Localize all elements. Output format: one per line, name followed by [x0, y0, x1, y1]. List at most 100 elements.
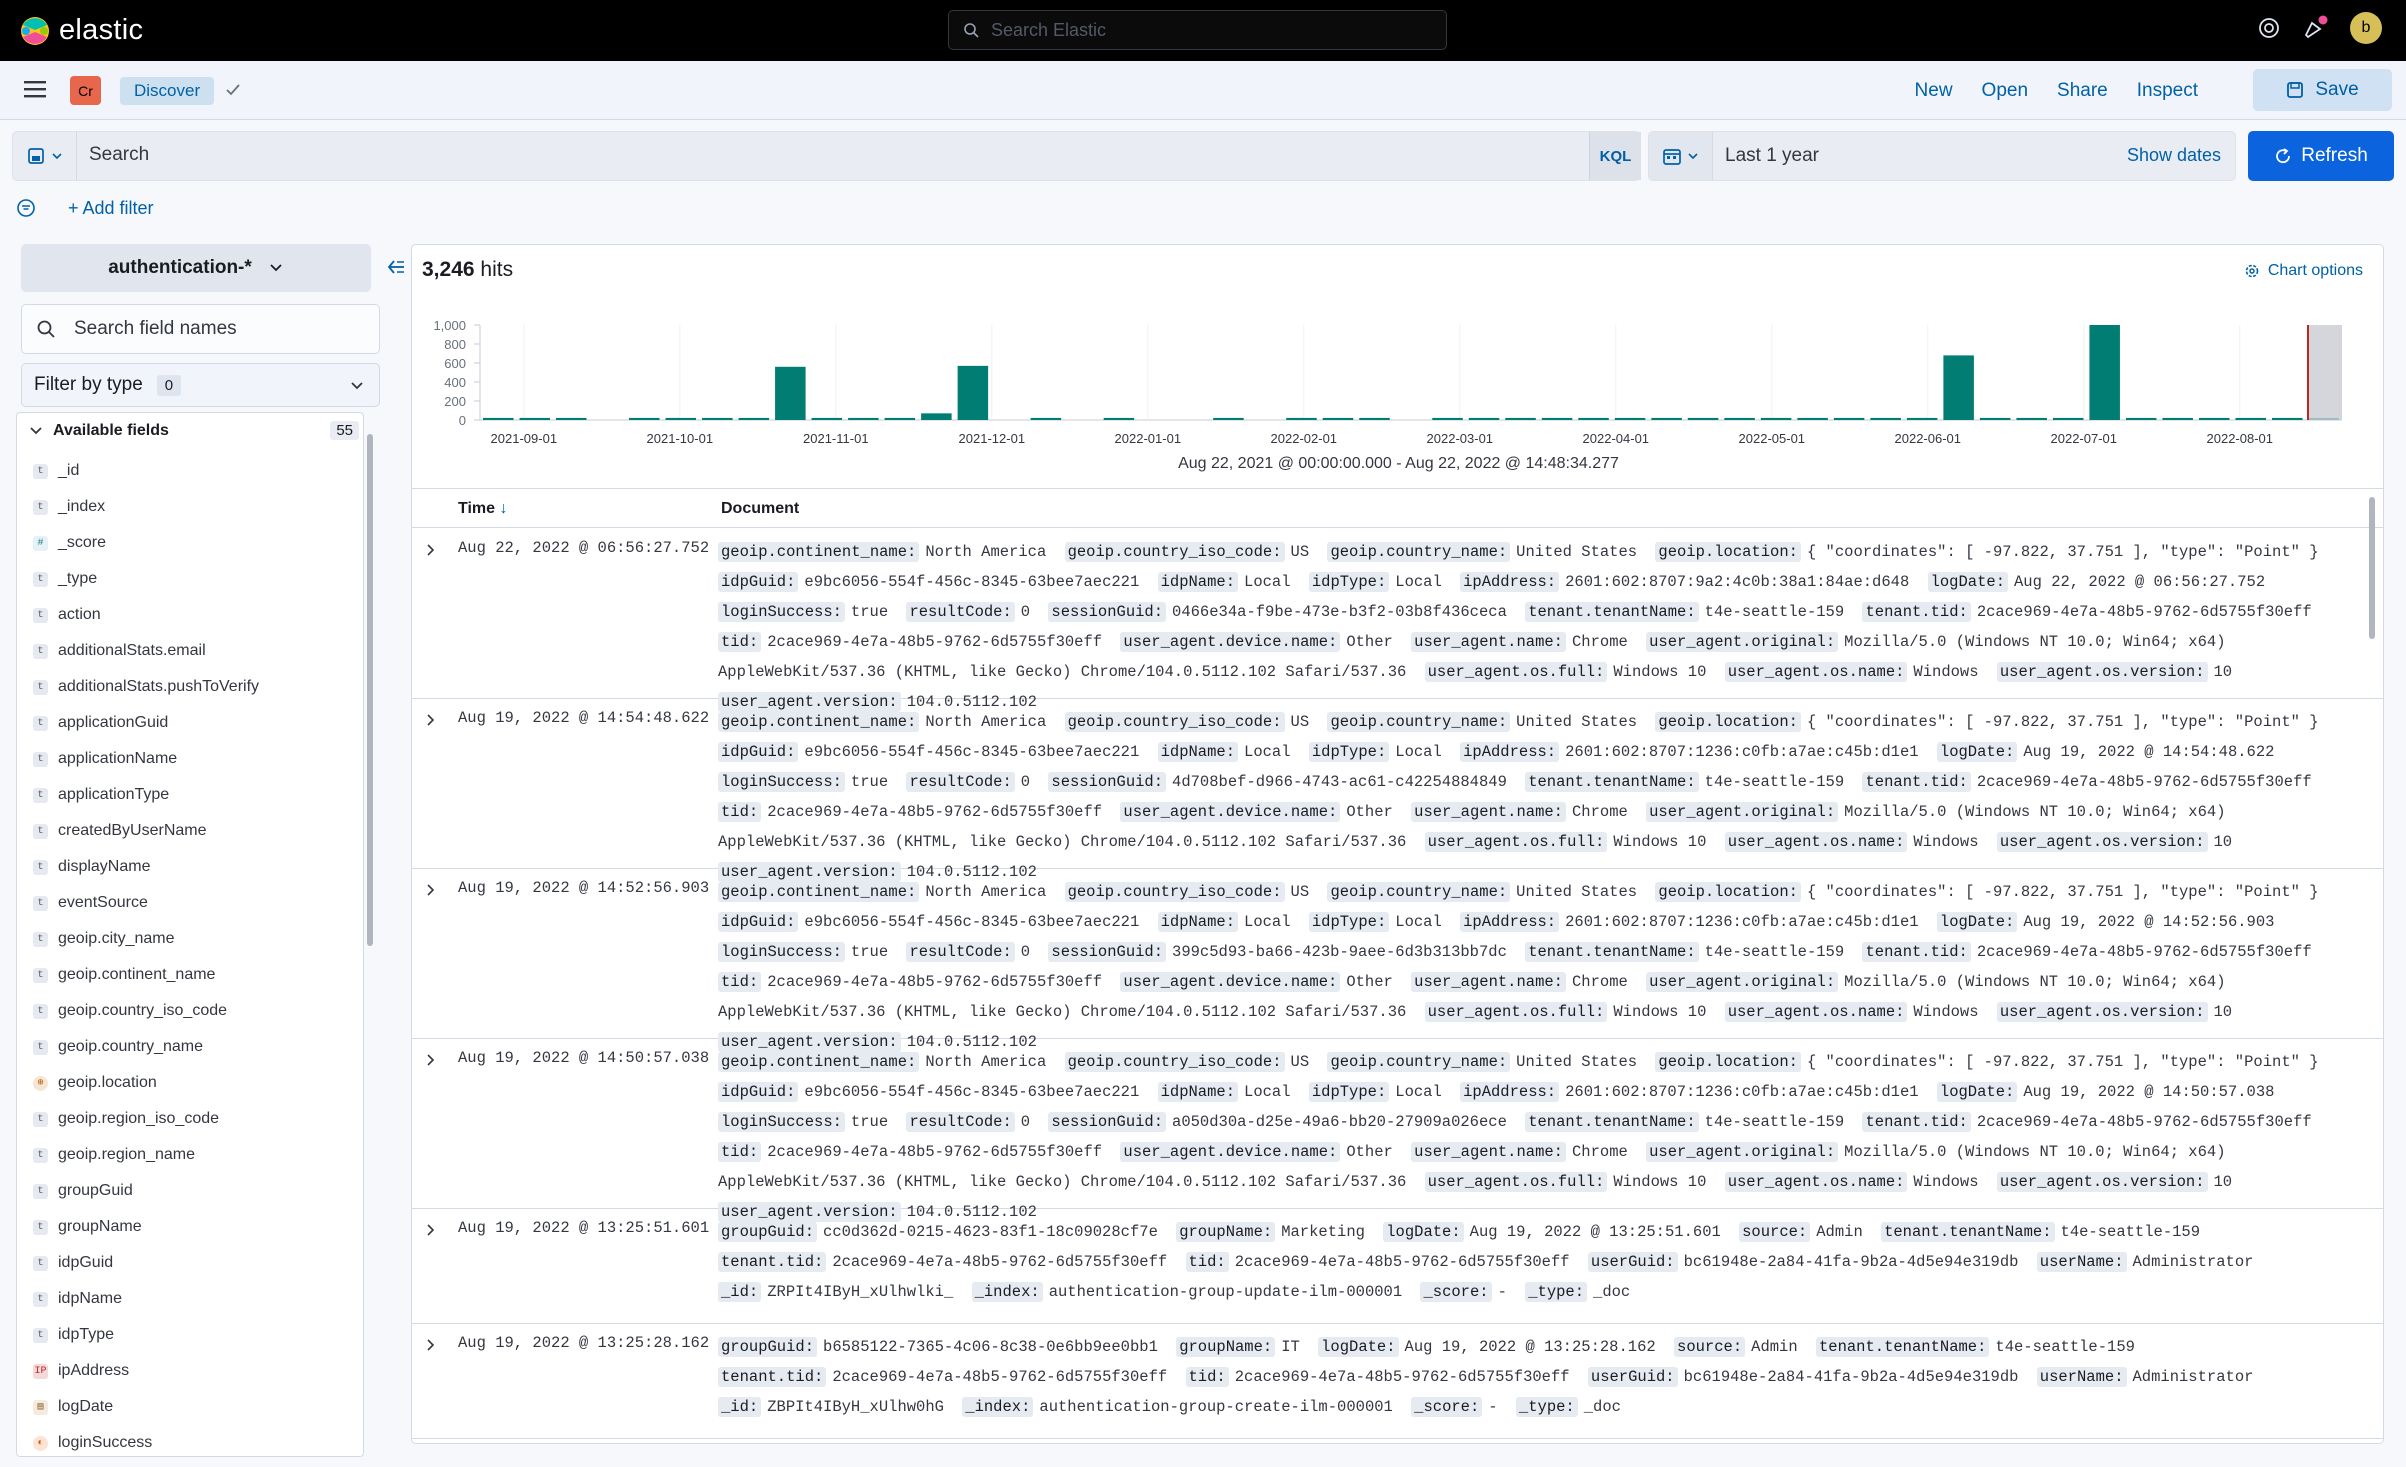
table-row[interactable]: Aug 19, 2022 @ 14:50:57.038 geoip.contine… [412, 1039, 2383, 1222]
doc-field-key: idpGuid: [718, 572, 799, 592]
space-avatar[interactable]: Cr [70, 76, 101, 105]
field-item-geoip.region_iso_code[interactable]: t geoip.region_iso_code [33, 1105, 219, 1133]
doc-field-value: Windows [1913, 1173, 1979, 1191]
field-item-applicationName[interactable]: t applicationName [33, 745, 177, 773]
open-link[interactable]: Open [1982, 80, 2028, 102]
doc-field-key: user_agent.os.full: [1424, 832, 1608, 852]
field-item-applicationType[interactable]: t applicationType [33, 781, 169, 809]
field-item-geoip.region_name[interactable]: t geoip.region_name [33, 1141, 195, 1169]
inspect-link[interactable]: Inspect [2137, 80, 2198, 102]
add-filter-button[interactable]: + Add filter [68, 198, 154, 219]
x-tick-label: 2022-02-01 [1271, 431, 1338, 446]
filter-options-icon[interactable] [16, 198, 36, 218]
field-item-displayName[interactable]: t displayName [33, 853, 150, 881]
user-avatar[interactable]: b [2350, 12, 2382, 44]
doc-field-value: Marketing [1281, 1223, 1365, 1241]
refresh-button[interactable]: Refresh [2248, 131, 2394, 181]
table-row[interactable]: Aug 19, 2022 @ 13:25:28.162 groupGuid: b65… [412, 1324, 2383, 1439]
chevron-down-icon [1688, 153, 1698, 160]
save-button[interactable]: Save [2253, 69, 2392, 111]
new-link[interactable]: New [1915, 80, 1953, 102]
collapse-sidebar-icon[interactable] [386, 258, 406, 276]
index-pattern-selector[interactable]: authentication-* [21, 244, 371, 292]
field-item-geoip.continent_name[interactable]: t geoip.continent_name [33, 961, 215, 989]
doc-field-key: groupName: [1176, 1337, 1276, 1357]
field-item-groupGuid[interactable]: t groupGuid [33, 1177, 133, 1205]
histogram-chart[interactable]: 1,000 800 600 400 200 0 2021-09-01 2021-10-01 20… [412, 305, 2384, 455]
field-name: geoip.region_iso_code [58, 1110, 220, 1127]
doc-field-value: North America [925, 1053, 1047, 1071]
quick-menu-button[interactable] [1649, 132, 1713, 180]
field-item-geoip.location[interactable]: ⊕ geoip.location [33, 1069, 157, 1097]
sort-arrow-icon[interactable]: ↓ [500, 500, 508, 517]
field-item-additionalStats.pushToVerify[interactable]: t additionalStats.pushToVerify [33, 673, 259, 701]
field-item-eventSource[interactable]: t eventSource [33, 889, 148, 917]
date-range-label[interactable]: Last 1 year [1725, 145, 1819, 167]
row-timestamp: Aug 19, 2022 @ 14:52:56.903 [458, 879, 710, 897]
doc-field-key: idpType: [1308, 912, 1390, 932]
row-document: groupGuid: b6585122-7365-4c06-8c38-0e6bb9… [718, 1332, 2348, 1422]
expand-row-icon[interactable] [424, 1053, 438, 1067]
field-item-_type[interactable]: t _type [33, 565, 97, 593]
doc-field-key: user_agent.os.name: [1724, 832, 1908, 852]
filter-by-type-button[interactable]: Filter by type 0 [21, 363, 380, 407]
field-item-groupName[interactable]: t groupName [33, 1213, 142, 1241]
field-item-ipAddress[interactable]: IP ipAddress [33, 1357, 129, 1385]
doc-field-value: Administrator [2132, 1253, 2254, 1271]
news-feed-icon[interactable] [2302, 15, 2328, 41]
sidebar-scrollbar[interactable] [367, 434, 373, 946]
field-item-applicationGuid[interactable]: t applicationGuid [33, 709, 168, 737]
doc-field-value: _doc [1593, 1283, 1631, 1301]
field-item-_index[interactable]: t _index [33, 493, 105, 521]
help-icon[interactable] [2258, 17, 2280, 39]
doc-field-key: tid: [718, 632, 762, 652]
field-search-input[interactable]: Search field names [21, 304, 380, 354]
doc-field-value: Windows [1913, 1003, 1979, 1021]
histogram-bar [2235, 417, 2266, 420]
field-item-idpType[interactable]: t idpType [33, 1321, 114, 1349]
table-row[interactable]: Aug 22, 2022 @ 06:56:27.752 geoip.contine… [412, 529, 2383, 712]
chart-options-button[interactable]: Chart options [2244, 262, 2363, 280]
available-fields-header[interactable]: Available fields 55 [17, 413, 363, 449]
expand-row-icon[interactable] [424, 883, 438, 897]
share-link[interactable]: Share [2057, 80, 2108, 102]
doc-field-value: Local [1244, 1083, 1291, 1101]
doc-field-key: sessionGuid: [1048, 1112, 1167, 1132]
column-time[interactable]: Time ↓ [458, 500, 508, 518]
field-item-geoip.country_name[interactable]: t geoip.country_name [33, 1033, 203, 1061]
table-row[interactable]: Aug 19, 2022 @ 14:54:48.622 geoip.contine… [412, 699, 2383, 882]
kql-language-toggle[interactable]: KQL [1589, 132, 1641, 180]
elastic-logo[interactable]: elastic [20, 14, 143, 47]
breadcrumb-discover[interactable]: Discover [120, 77, 215, 105]
field-item-logDate[interactable]: ▤ logDate [33, 1393, 113, 1421]
show-dates-link[interactable]: Show dates [2127, 145, 2221, 166]
doc-field-key: idpGuid: [718, 1082, 799, 1102]
global-search-input[interactable]: Search Elastic [948, 10, 1447, 50]
field-item-loginSuccess[interactable]: ◐ loginSuccess [33, 1429, 152, 1456]
saved-query-menu-button[interactable] [13, 132, 77, 180]
field-item-geoip.country_iso_code[interactable]: t geoip.country_iso_code [33, 997, 227, 1025]
expand-row-icon[interactable] [424, 1223, 438, 1237]
field-type-string-icon: t [33, 1039, 48, 1055]
expand-row-icon[interactable] [424, 713, 438, 727]
table-scrollbar[interactable] [2369, 497, 2375, 639]
field-item-_id[interactable]: t _id [33, 457, 79, 485]
check-icon[interactable] [224, 81, 242, 99]
expand-row-icon[interactable] [424, 543, 438, 557]
field-item-action[interactable]: t action [33, 601, 101, 629]
table-row[interactable]: Aug 19, 2022 @ 14:52:56.903 geoip.contine… [412, 869, 2383, 1052]
field-item-additionalStats.email[interactable]: t additionalStats.email [33, 637, 206, 665]
field-name: groupGuid [58, 1182, 133, 1199]
field-item-geoip.city_name[interactable]: t geoip.city_name [33, 925, 175, 953]
field-type-string-icon: t [33, 1111, 48, 1127]
expand-row-icon[interactable] [424, 1338, 438, 1352]
menu-icon[interactable] [24, 79, 48, 99]
table-row[interactable]: Aug 19, 2022 @ 13:25:51.601 groupGuid: cc0… [412, 1209, 2383, 1324]
field-item-createdByUserName[interactable]: t createdByUserName [33, 817, 207, 845]
save-label: Save [2315, 79, 2359, 100]
query-input[interactable]: Search [89, 144, 149, 166]
field-item-idpGuid[interactable]: t idpGuid [33, 1249, 113, 1277]
field-item-_score[interactable]: # _score [33, 529, 106, 557]
doc-field-key: tenant.tenantName: [1815, 1337, 1990, 1357]
field-item-idpName[interactable]: t idpName [33, 1285, 122, 1313]
